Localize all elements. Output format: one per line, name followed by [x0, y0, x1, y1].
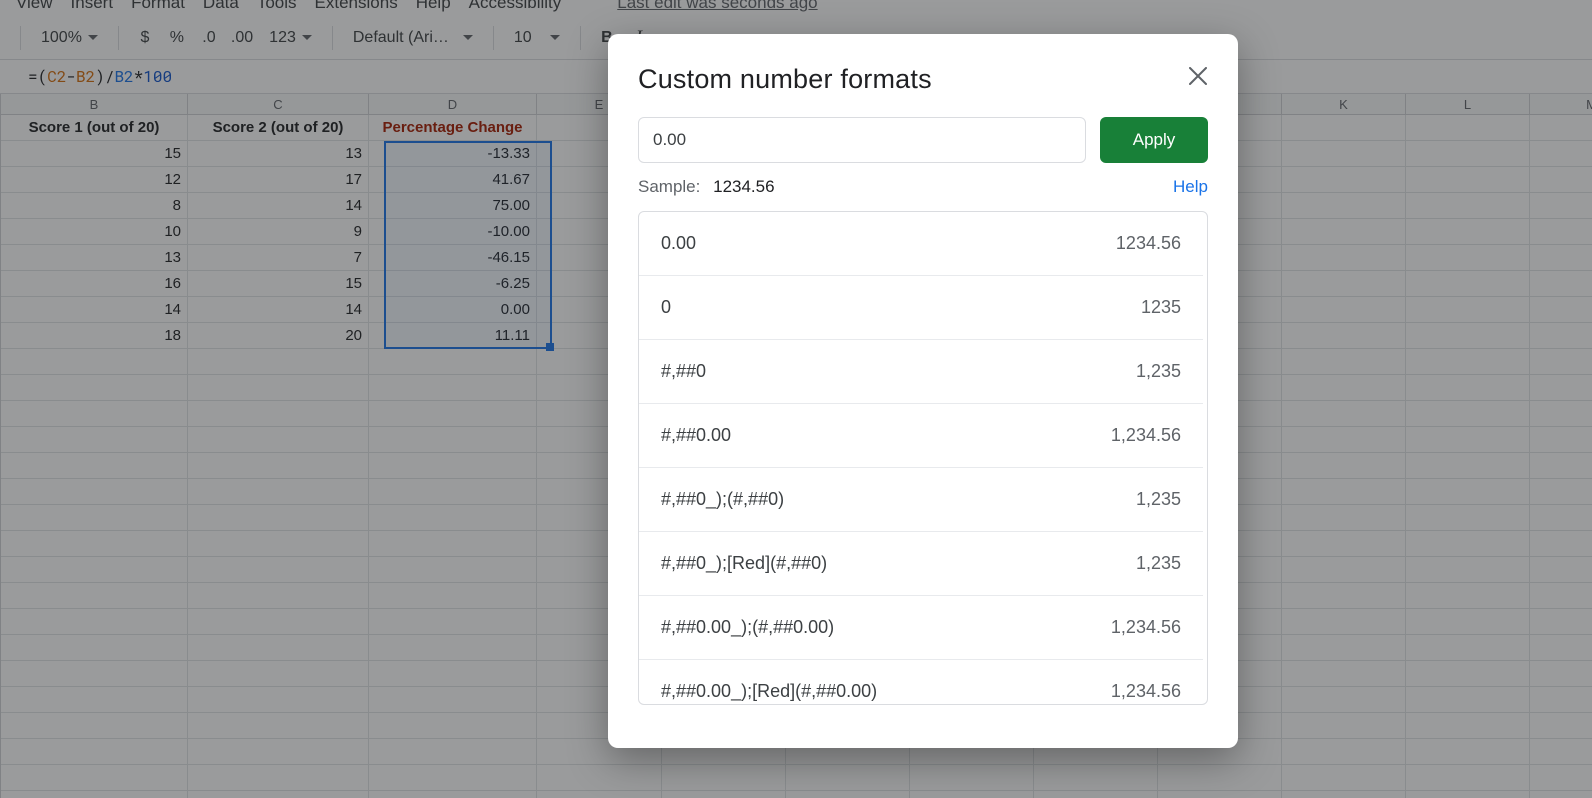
format-pattern-input[interactable] [638, 117, 1086, 163]
format-preset-item[interactable]: 0.00 1234.56 [639, 212, 1203, 276]
format-preset-item[interactable]: #,##0.00 1,234.56 [639, 404, 1203, 468]
format-pattern: 0.00 [661, 233, 696, 254]
format-preview: 1,234.56 [1111, 681, 1181, 702]
custom-number-formats-dialog: Custom number formats Apply Sample: 1234… [608, 34, 1238, 748]
sample-label: Sample: [638, 177, 700, 196]
format-pattern: 0 [661, 297, 671, 318]
format-preset-item[interactable]: 0 1235 [639, 276, 1203, 340]
format-preview: 1,234.56 [1111, 617, 1181, 638]
format-pattern: #,##0 [661, 361, 706, 382]
sample-value: 1234.56 [713, 177, 774, 196]
format-preset-list[interactable]: 0.00 1234.56 0 1235 #,##0 1,235 #,##0.00 1,234.… [639, 212, 1207, 704]
format-preset-item[interactable]: #,##0.00_);[Red](#,##0.00) 1,234.56 [639, 660, 1203, 704]
close-icon [1189, 67, 1207, 85]
format-preview: 1,234.56 [1111, 425, 1181, 446]
dialog-title: Custom number formats [638, 64, 1208, 95]
format-preview: 1,235 [1136, 489, 1181, 510]
format-pattern: #,##0.00_);(#,##0.00) [661, 617, 834, 638]
format-pattern: #,##0_);[Red](#,##0) [661, 553, 827, 574]
help-link[interactable]: Help [1173, 177, 1208, 197]
format-preset-item[interactable]: #,##0.00_);(#,##0.00) 1,234.56 [639, 596, 1203, 660]
close-button[interactable] [1186, 64, 1210, 88]
format-preview: 1,235 [1136, 553, 1181, 574]
format-pattern: #,##0.00_);[Red](#,##0.00) [661, 681, 877, 702]
format-preset-item[interactable]: #,##0 1,235 [639, 340, 1203, 404]
format-preview: 1,235 [1136, 361, 1181, 382]
format-preview: 1235 [1141, 297, 1181, 318]
format-preview: 1234.56 [1116, 233, 1181, 254]
format-preset-item[interactable]: #,##0_);[Red](#,##0) 1,235 [639, 532, 1203, 596]
format-preset-item[interactable]: #,##0_);(#,##0) 1,235 [639, 468, 1203, 532]
format-pattern: #,##0_);(#,##0) [661, 489, 784, 510]
format-pattern: #,##0.00 [661, 425, 731, 446]
apply-button[interactable]: Apply [1100, 117, 1208, 163]
